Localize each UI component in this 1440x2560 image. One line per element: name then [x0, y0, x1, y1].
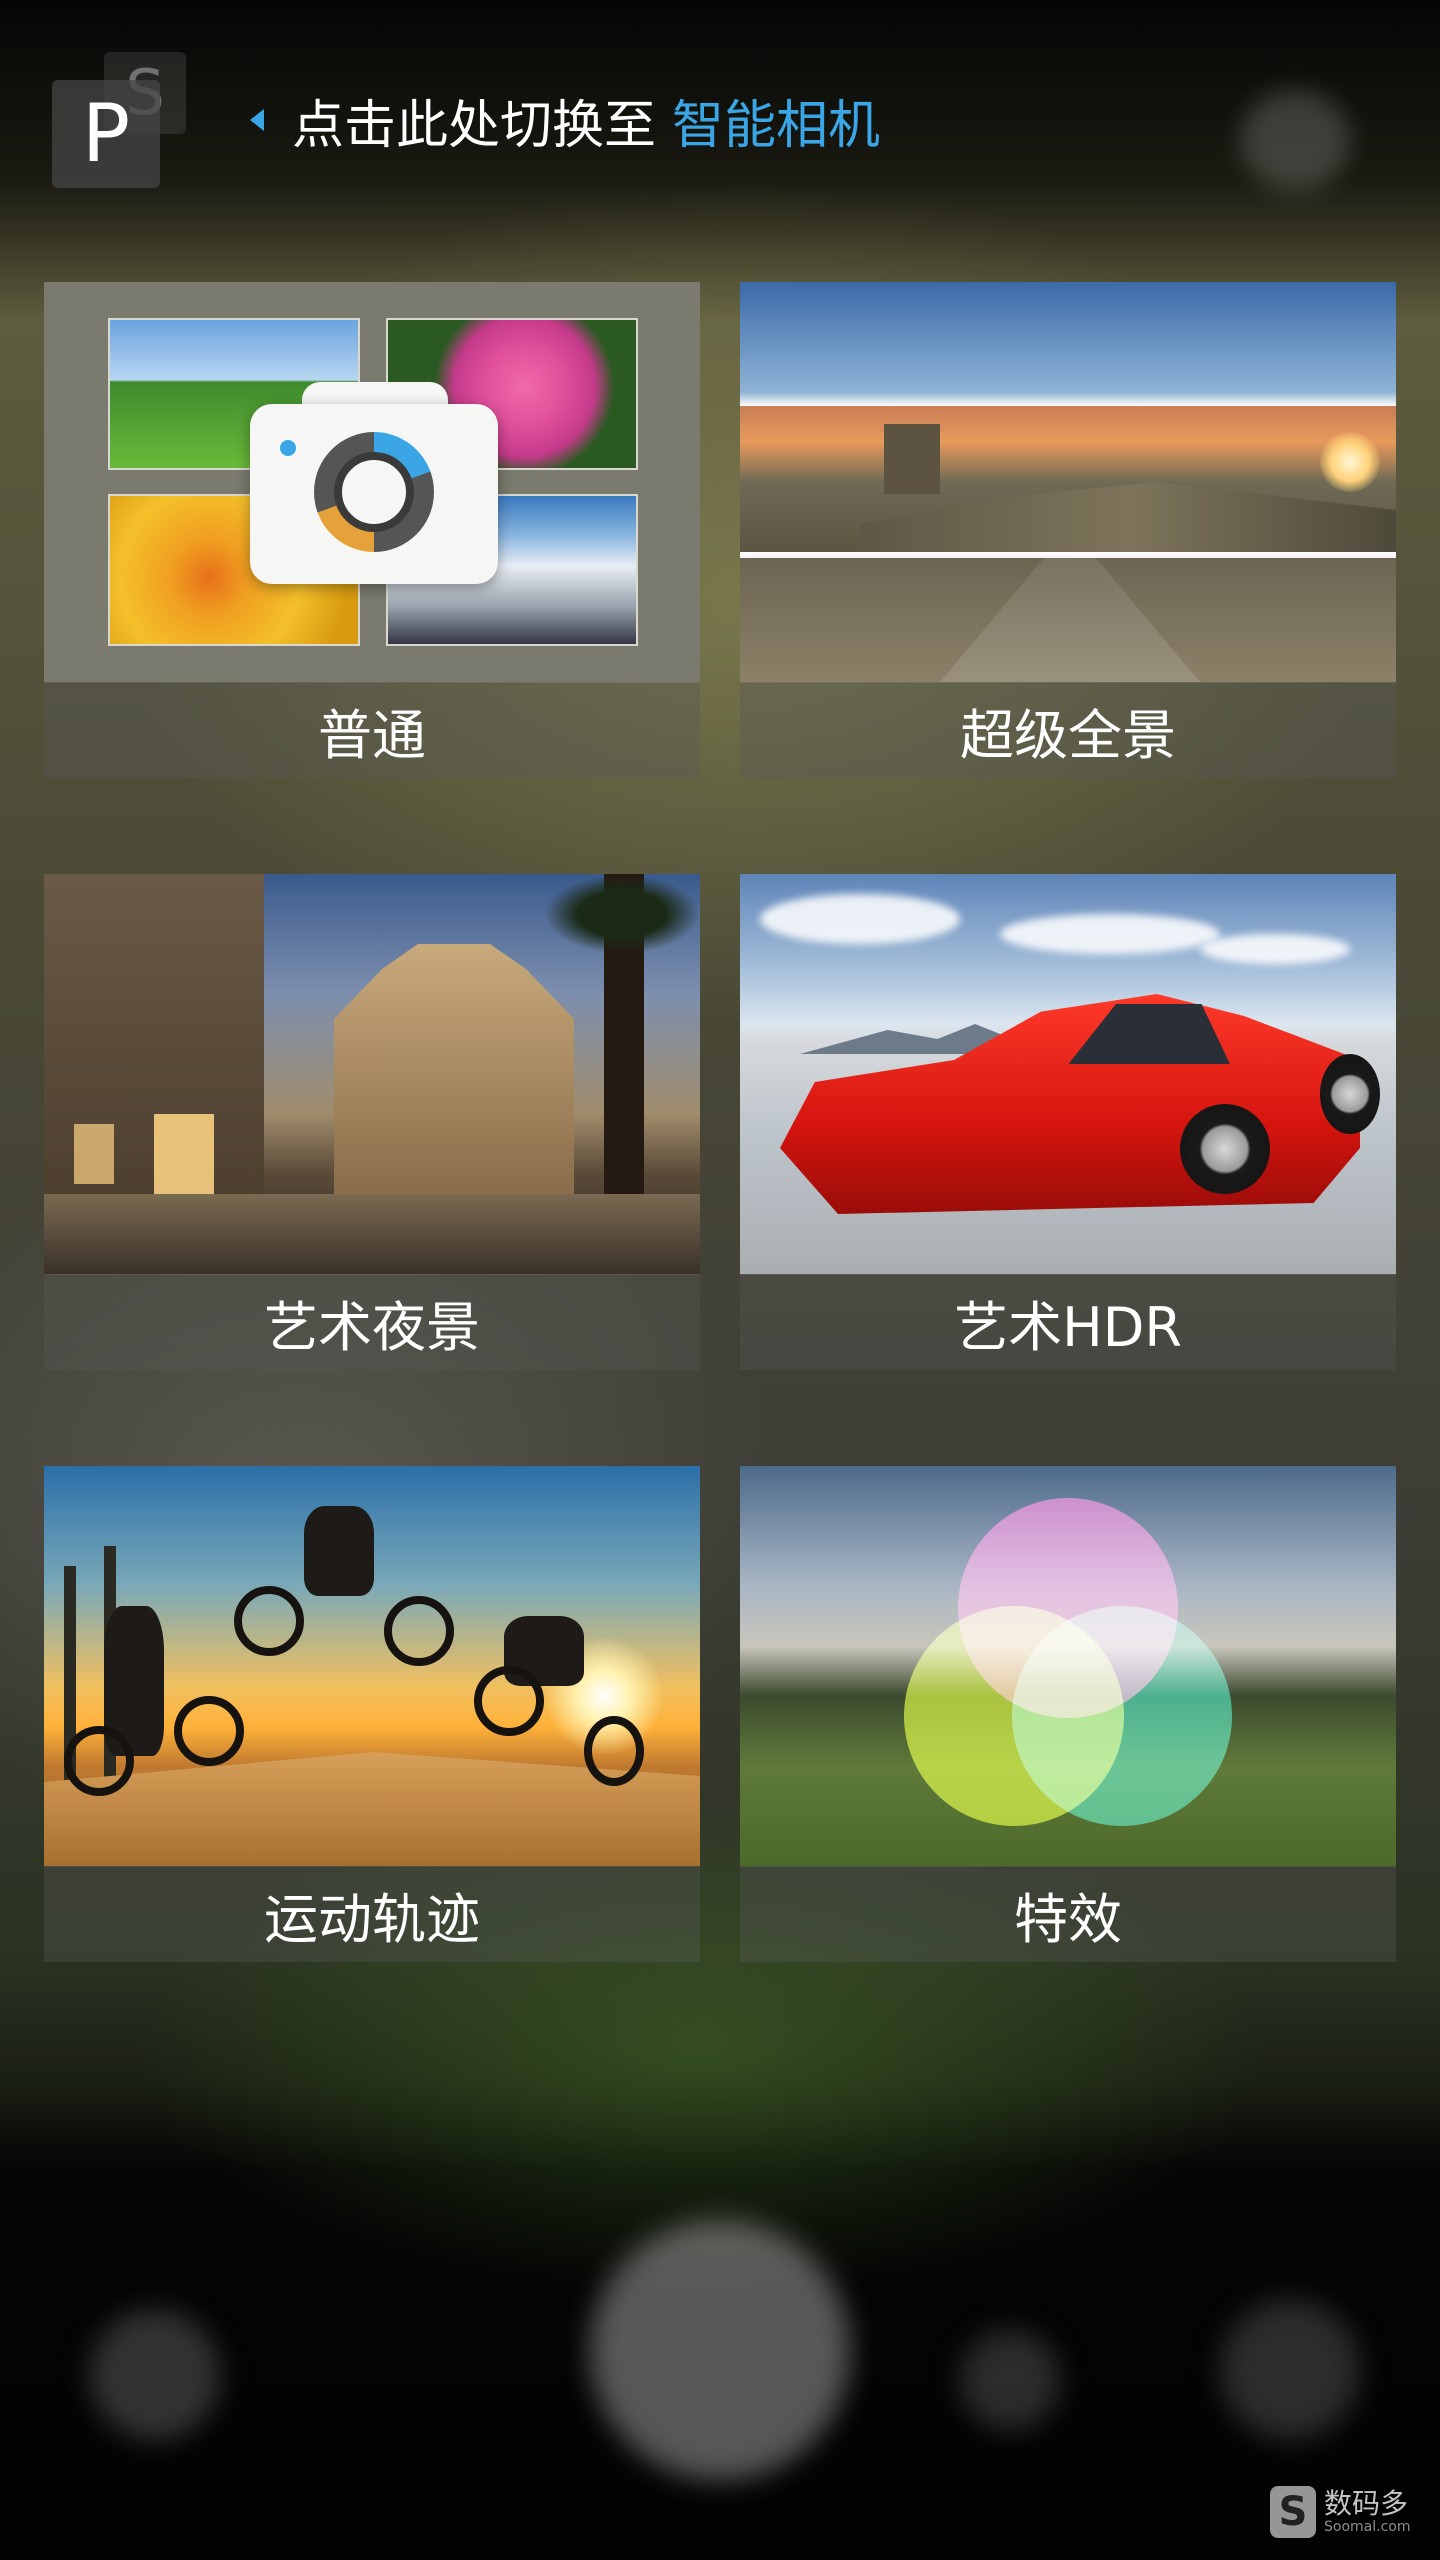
top-bar: S P 点击此处切换至 智能相机 — [0, 0, 1440, 220]
night-scene-thumbnail — [44, 874, 700, 1274]
bike-wheel — [174, 1696, 244, 1766]
bike-wheel — [584, 1716, 644, 1786]
mode-card-night[interactable]: 艺术夜景 — [44, 874, 700, 1370]
panorama-thumbnail — [740, 282, 1396, 682]
bike-wheel — [474, 1666, 544, 1736]
lit-window — [74, 1124, 114, 1184]
teal-circle — [1012, 1606, 1232, 1826]
bike-wheel — [64, 1726, 134, 1796]
settings-blur-icon[interactable] — [1240, 90, 1350, 190]
mode-card-motion[interactable]: 运动轨迹 — [44, 1466, 700, 1962]
palm-leaves — [544, 874, 700, 954]
switch-camera-button[interactable] — [960, 2330, 1060, 2430]
mode-label-bar: 特效 — [740, 1866, 1396, 1962]
mode-label: 艺术HDR — [954, 1296, 1182, 1359]
shutter-button[interactable] — [590, 2220, 850, 2480]
street — [44, 1194, 700, 1274]
bottom-controls — [0, 2180, 1440, 2480]
sun — [1320, 432, 1380, 492]
mode-card-normal[interactable]: 普通 — [44, 282, 700, 778]
motion-track-thumbnail — [44, 1466, 700, 1866]
watermark-text: 数码多 — [1324, 2487, 1409, 2520]
normal-mode-thumbnail — [44, 282, 700, 682]
lit-window — [154, 1114, 214, 1194]
mode-label-bar: 普通 — [44, 682, 700, 778]
watermark: S 数码多 Soomal.com — [1270, 2480, 1430, 2544]
bike-wheel — [234, 1586, 304, 1656]
mode-label: 特效 — [1014, 1888, 1122, 1951]
mode-card-panorama[interactable]: 超级全景 — [740, 282, 1396, 778]
mode-badge-current[interactable]: P — [52, 80, 160, 188]
rider — [304, 1506, 374, 1596]
hdr-car-thumbnail — [740, 874, 1396, 1274]
mode-label-bar: 运动轨迹 — [44, 1866, 700, 1962]
camera-flash-dot — [280, 440, 296, 456]
cloud — [760, 894, 960, 944]
switch-camera-link[interactable]: 点击此处切换至 智能相机 — [250, 80, 880, 160]
building-center — [334, 944, 574, 1194]
mode-menu-button[interactable] — [1220, 2300, 1360, 2440]
stone-path — [940, 558, 1200, 682]
car-wheel — [1180, 1104, 1270, 1194]
mode-label: 超级全景 — [960, 704, 1176, 767]
watermark-logo-icon: S — [1270, 2486, 1316, 2538]
watchtower — [884, 424, 940, 494]
mode-card-hdr[interactable]: 艺术HDR — [740, 874, 1396, 1370]
mode-label-bar: 超级全景 — [740, 682, 1396, 778]
mode-label: 运动轨迹 — [264, 1888, 480, 1951]
mode-label-bar: 艺术夜景 — [44, 1274, 700, 1370]
back-arrow-icon — [250, 109, 264, 131]
camera-lens-center — [334, 452, 414, 532]
car-wheel — [1320, 1054, 1380, 1134]
mode-label-bar: 艺术HDR — [740, 1274, 1396, 1370]
smart-camera-link[interactable]: 智能相机 — [672, 83, 880, 158]
color-effects-thumbnail — [740, 1466, 1396, 1866]
mode-card-effects[interactable]: 特效 — [740, 1466, 1396, 1962]
bike-wheel — [384, 1596, 454, 1666]
mode-label: 艺术夜景 — [264, 1296, 480, 1359]
cloud — [1200, 934, 1350, 964]
gallery-button[interactable] — [90, 2310, 220, 2440]
red-car — [780, 994, 1360, 1214]
great-wall — [860, 482, 1396, 552]
mode-label: 普通 — [318, 704, 426, 767]
switch-prompt-text: 点击此处切换至 — [292, 95, 657, 156]
cloud — [1000, 914, 1220, 954]
watermark-subtext: Soomal.com — [1324, 2519, 1411, 2535]
